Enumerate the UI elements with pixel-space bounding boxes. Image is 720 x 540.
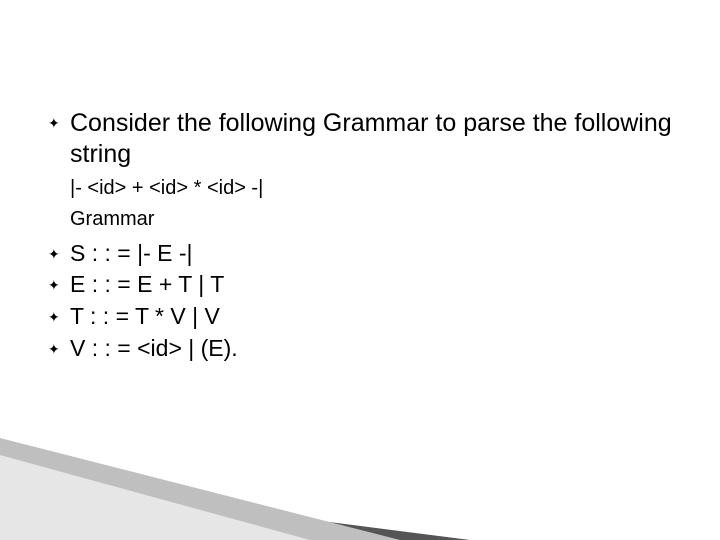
list-item: ✦ E : : = E + T | T <box>48 270 672 300</box>
list-item: ✦ T : : = T * V | V <box>48 302 672 332</box>
rule-text: V : : = <id> | (E). <box>70 334 238 364</box>
slide: ✦ Consider the following Grammar to pars… <box>0 0 720 540</box>
example-string: |- <id> + <id> * <id> -| <box>70 175 672 202</box>
decorative-wedge-icon <box>0 420 720 540</box>
bullet-icon: ✦ <box>48 108 70 130</box>
rule-text: E : : = E + T | T <box>70 270 224 300</box>
rule-text: T : : = T * V | V <box>70 302 220 332</box>
lead-text: Consider the following Grammar to parse … <box>70 108 672 171</box>
bullet-icon: ✦ <box>48 239 70 263</box>
list-item: ✦ S : : = |- E -| <box>48 239 672 269</box>
list-item: ✦ V : : = <id> | (E). <box>48 334 672 364</box>
bullet-icon: ✦ <box>48 302 70 326</box>
lead-row: ✦ Consider the following Grammar to pars… <box>48 108 672 171</box>
grammar-label: Grammar <box>70 206 672 233</box>
bullet-icon: ✦ <box>48 334 70 358</box>
content-area: ✦ Consider the following Grammar to pars… <box>48 108 672 364</box>
rule-text: S : : = |- E -| <box>70 239 193 269</box>
bullet-icon: ✦ <box>48 270 70 294</box>
grammar-rules: ✦ S : : = |- E -| ✦ E : : = E + T | T ✦ … <box>48 239 672 365</box>
